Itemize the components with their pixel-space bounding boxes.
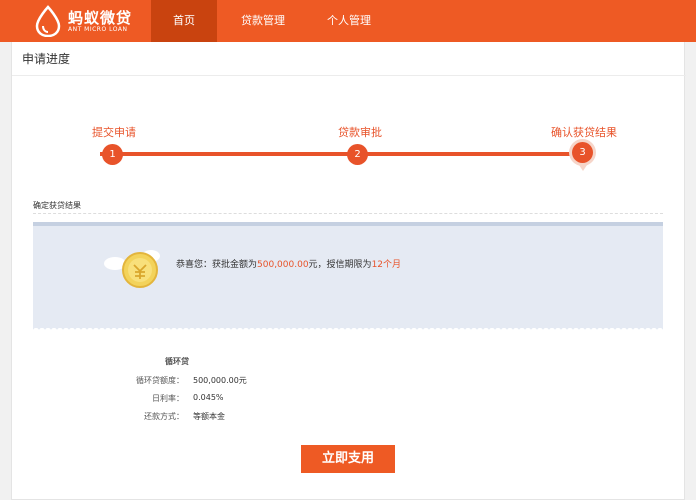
credit-term: 12个月 <box>371 260 402 270</box>
daily-rate-value: 0.045% <box>193 393 224 402</box>
approval-message: 恭喜您：获批金额为500,000.00元，授信期限为12个月 <box>176 257 401 270</box>
top-navigation-bar: 蚂蚁微贷 ANT MICRO LOAN 首页 贷款管理 个人管理 <box>0 0 696 42</box>
progress-line <box>100 152 584 156</box>
approved-amount: 500,000.00 <box>257 260 309 270</box>
daily-rate-label: 日利率： <box>152 394 184 403</box>
step-2-marker: 2 <box>347 144 368 165</box>
section-divider <box>33 213 663 214</box>
nav-loan-management[interactable]: 贷款管理 <box>217 0 309 42</box>
loan-type-title: 循环贷 <box>165 357 189 366</box>
approval-message-prefix: 恭喜您：获批金额为 <box>176 260 258 270</box>
step-1-label: 提交申请 <box>92 126 136 139</box>
nav-home[interactable]: 首页 <box>151 0 217 42</box>
brand-name: 蚂蚁微贷 <box>68 9 133 27</box>
repayment-method-label: 还款方式： <box>144 412 184 421</box>
credit-limit-value: 500,000.00元 <box>193 376 247 385</box>
title-divider <box>12 75 686 76</box>
step-1-marker: 1 <box>102 144 123 165</box>
brand-name-en: ANT MICRO LOAN <box>68 26 128 33</box>
credit-limit-label: 循环贷额度： <box>136 376 184 385</box>
result-panel-edge <box>33 326 663 331</box>
nav-personal-management[interactable]: 个人管理 <box>309 0 389 42</box>
step-3-marker: 3 <box>572 142 593 163</box>
brand-logo[interactable]: 蚂蚁微贷 ANT MICRO LOAN <box>34 5 154 37</box>
coin-icon <box>122 252 158 288</box>
drop-logo-icon <box>35 5 61 37</box>
step-3-label: 确认获贷结果 <box>551 126 617 139</box>
current-step-pointer <box>577 162 589 171</box>
result-section-title: 确定获贷结果 <box>33 201 81 210</box>
approval-message-mid: 元，授信期限为 <box>308 260 372 270</box>
step-2-label: 贷款审批 <box>338 126 382 139</box>
page-title: 申请进度 <box>22 52 71 66</box>
withdraw-now-button[interactable]: 立即支用 <box>301 445 395 473</box>
main-nav: 首页 贷款管理 个人管理 <box>151 0 389 42</box>
repayment-method-value: 等额本金 <box>193 412 225 421</box>
